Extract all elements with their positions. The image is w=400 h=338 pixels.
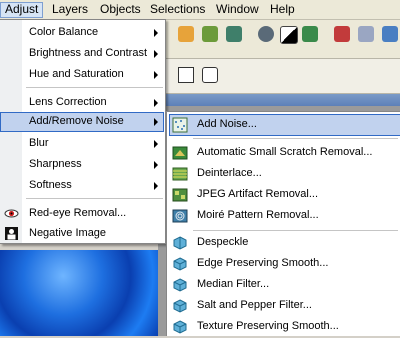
submenu-item-salt-pepper[interactable]: Salt and Pepper Filter... [169,295,400,317]
submenu-item-label: Salt and Pepper Filter... [197,299,312,311]
submenu-item-despeckle[interactable]: Despeckle [169,232,400,254]
menu-layers[interactable]: Layers [48,2,92,18]
menu-item-sharpness[interactable]: Sharpness [0,155,164,174]
menu-item-add-remove-noise[interactable]: Add/Remove Noise [0,112,164,132]
toolbar-tool-icon[interactable] [258,26,274,42]
menu-separator [193,138,398,139]
scratch-removal-icon [172,146,188,160]
menu-help[interactable]: Help [266,2,299,18]
submenu-item-edge-smooth[interactable]: Edge Preserving Smooth... [169,253,400,275]
contrast-icon[interactable] [280,26,298,44]
menu-item-brightness-contrast[interactable]: Brightness and Contrast [0,44,164,63]
add-remove-noise-submenu: Add Noise... Automatic Small Scratch Rem… [166,111,400,336]
toolbar-tool-icon[interactable] [226,26,242,42]
submenu-arrow-icon [154,71,158,79]
submenu-arrow-icon [154,118,158,126]
toolbar-tool-icon[interactable] [178,26,194,42]
menu-adjust[interactable]: Adjust [0,2,44,18]
submenu-item-label: Deinterlace... [197,167,262,179]
submenu-item-add-noise[interactable]: Add Noise... [169,114,400,136]
menu-item-label: Hue and Saturation [29,68,124,80]
despeckle-icon [173,236,187,250]
menu-item-label: Color Balance [29,26,99,38]
menu-item-label: Softness [29,179,72,191]
edge-smooth-icon [173,257,187,271]
menu-item-label: Add/Remove Noise [29,115,124,127]
canvas-image [0,250,158,336]
toolbar-tool-icon[interactable] [202,26,218,42]
menu-separator [26,198,163,199]
adjust-menu: Color Balance Brightness and Contrast Hu… [0,19,166,244]
submenu-arrow-icon [154,161,158,169]
submenu-arrow-icon [154,50,158,58]
frame-icon[interactable] [178,67,194,83]
menu-separator [193,230,398,231]
menu-objects[interactable]: Objects [96,2,145,18]
menu-bar: Adjust Layers Objects Selections Window … [0,0,400,20]
submenu-item-label: Texture Preserving Smooth... [197,320,339,332]
salt-pepper-icon [173,299,187,313]
submenu-item-label: Despeckle [197,236,249,248]
submenu-item-label: Edge Preserving Smooth... [197,257,329,269]
toolbar-tool-icon[interactable] [358,26,374,42]
moire-icon [172,209,188,223]
submenu-arrow-icon [154,29,158,37]
toolbar-tool-icon[interactable] [334,26,350,42]
document-titlebar [158,94,400,106]
menu-window[interactable]: Window [212,2,263,18]
submenu-arrow-icon [154,99,158,107]
submenu-item-deinterlace[interactable]: Deinterlace... [169,163,400,185]
submenu-item-jpeg-artifact[interactable]: JPEG Artifact Removal... [169,184,400,206]
menu-item-label: Brightness and Contrast [29,47,148,59]
submenu-item-label: Moiré Pattern Removal... [197,209,319,221]
submenu-item-moire[interactable]: Moiré Pattern Removal... [169,205,400,227]
toolbar-tool-icon[interactable] [302,26,318,42]
negative-image-icon [5,227,18,240]
toolbar-tool-icon[interactable] [382,26,398,42]
median-filter-icon [173,278,187,292]
submenu-item-label: Automatic Small Scratch Removal... [197,146,373,158]
texture-smooth-icon [173,320,187,334]
menu-item-hue-saturation[interactable]: Hue and Saturation [0,65,164,84]
menu-item-label: Lens Correction [29,96,107,108]
submenu-item-median-filter[interactable]: Median Filter... [169,274,400,296]
menu-item-label: Negative Image [29,227,107,239]
menu-item-label: Sharpness [29,158,82,170]
red-eye-icon [4,209,19,218]
jpeg-artifact-icon [172,188,188,202]
add-noise-icon [172,117,188,133]
menu-item-blur[interactable]: Blur [0,134,164,153]
menu-item-softness[interactable]: Softness [0,176,164,195]
deinterlace-icon [172,167,188,181]
menu-item-negative-image[interactable]: Negative Image [0,224,164,243]
submenu-item-scratch-removal[interactable]: Automatic Small Scratch Removal... [169,142,400,164]
submenu-item-label: JPEG Artifact Removal... [197,188,319,200]
frame-icon[interactable] [202,67,218,83]
submenu-item-label: Median Filter... [197,278,270,290]
menu-item-red-eye-removal[interactable]: Red-eye Removal... [0,204,164,223]
menu-selections[interactable]: Selections [146,2,209,18]
menu-separator [26,87,163,88]
menu-item-color-balance[interactable]: Color Balance [0,23,164,42]
submenu-arrow-icon [154,182,158,190]
submenu-arrow-icon [154,140,158,148]
menu-item-label: Blur [29,137,49,149]
submenu-item-texture-smooth[interactable]: Texture Preserving Smooth... [169,316,400,338]
menu-item-lens-correction[interactable]: Lens Correction [0,93,164,112]
submenu-item-label: Add Noise... [197,118,257,130]
menu-item-label: Red-eye Removal... [29,207,127,219]
